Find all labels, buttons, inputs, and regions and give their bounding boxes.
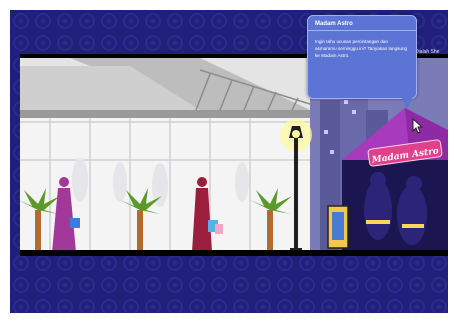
tooltip-divider xyxy=(308,30,416,31)
tooltip-body: Ingin tahu ucusan percintangan dan asmar… xyxy=(315,39,408,58)
tooltip-title: Madam Astro xyxy=(315,21,353,27)
shopping-bag-icon xyxy=(70,218,80,228)
game-frame: Madam Astro ℯ ..., Dialah She Madam Astr… xyxy=(10,10,448,313)
tooltip-popup: Madam Astro Ingin tahu ucusan percintang… xyxy=(307,15,417,99)
cursor-icon xyxy=(412,118,424,134)
scene-floor xyxy=(20,250,448,256)
tooltip-tail xyxy=(401,96,413,110)
